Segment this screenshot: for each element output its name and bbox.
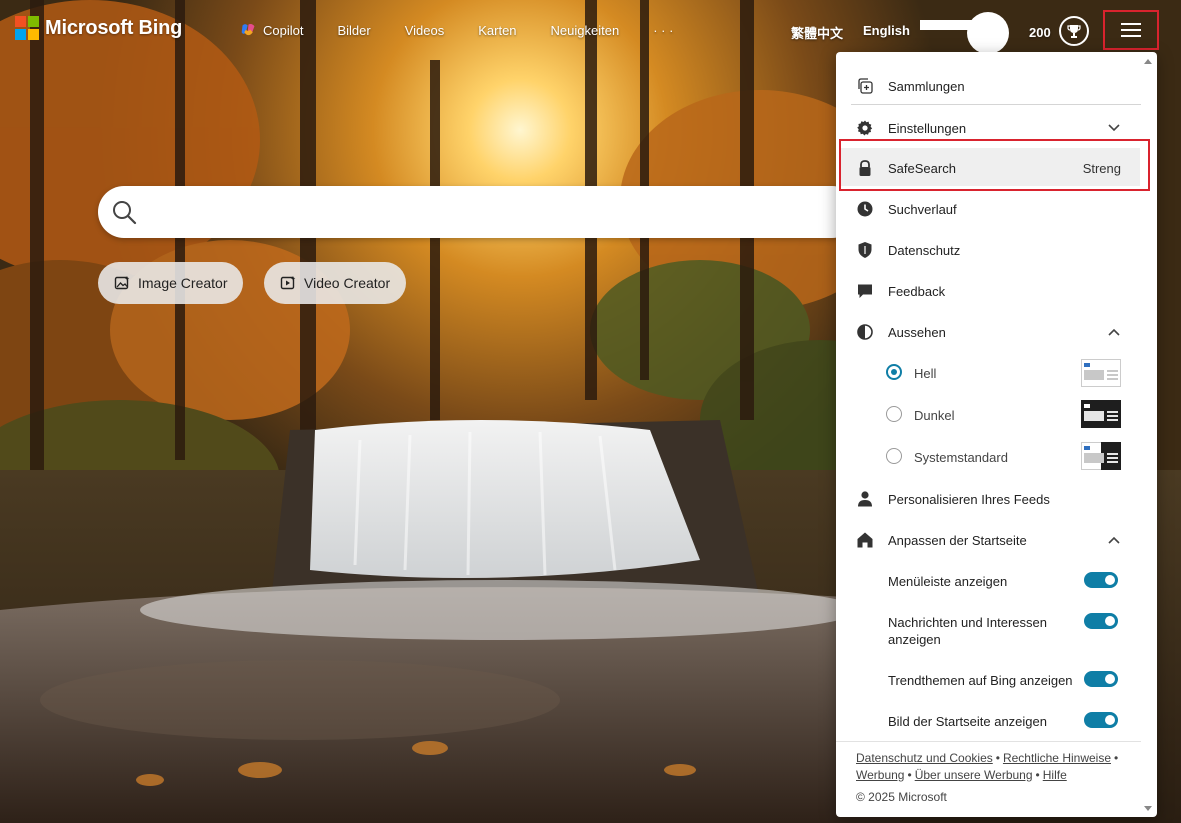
video-creator-label: Video Creator — [304, 275, 391, 291]
hamburger-menu-button[interactable] — [1103, 10, 1159, 50]
nav-videos[interactable]: Videos — [405, 23, 445, 38]
nav-copilot-label: Copilot — [263, 23, 304, 38]
menu-item-label: Sammlungen — [888, 78, 965, 94]
link-datenschutz-cookies[interactable]: Datenschutz und Cookies — [856, 751, 993, 765]
top-nav: Copilot Bilder Videos Karten Neuigkeiten… — [240, 22, 707, 39]
menu-item-label: Datenschutz — [888, 242, 961, 258]
contrast-icon — [856, 323, 874, 341]
menu-item-sammlungen[interactable]: Sammlungen — [836, 76, 1141, 96]
menu-item-feedback[interactable]: Feedback — [836, 281, 1141, 301]
menu-divider — [851, 104, 1141, 105]
image-creator-icon — [114, 276, 130, 290]
nav-more[interactable]: · · · — [653, 23, 673, 38]
menu-divider — [836, 741, 1141, 742]
image-creator-button[interactable]: Image Creator — [98, 262, 244, 304]
dark-theme-thumbnail-icon — [1081, 400, 1121, 428]
scroll-down-icon[interactable] — [1143, 805, 1153, 813]
theme-label-systemstandard: Systemstandard — [914, 450, 1008, 465]
menu-item-label: Aussehen — [888, 324, 946, 340]
menu-item-label: Anpassen der Startseite — [888, 532, 1027, 548]
system-theme-thumbnail-icon — [1081, 442, 1121, 470]
radio-hell[interactable] — [886, 364, 902, 380]
footer-separator: • — [995, 751, 1000, 765]
user-avatar[interactable] — [920, 12, 1010, 54]
menu-item-label: Einstellungen — [888, 120, 967, 136]
toggle-label-bild: Bild der Startseite anzeigen — [888, 714, 1047, 729]
footer-separator: • — [1114, 751, 1119, 765]
image-creator-label: Image Creator — [138, 275, 228, 291]
menu-item-aussehen[interactable]: Aussehen — [836, 322, 1141, 342]
settings-menu-panel: Sammlungen Einstellungen SafeSearch Stre… — [836, 52, 1157, 817]
person-icon — [856, 490, 874, 508]
home-icon — [856, 531, 874, 549]
language-en[interactable]: English — [863, 23, 910, 38]
nav-bilder[interactable]: Bilder — [337, 23, 370, 38]
toggle-nachrichten[interactable] — [1084, 613, 1118, 629]
toggle-label-menueleiste: Menüleiste anzeigen — [888, 574, 1008, 589]
menu-item-label: Personalisieren Ihres Feeds — [888, 491, 1050, 507]
link-rechtliche-hinweise[interactable]: Rechtliche Hinweise — [1003, 751, 1111, 765]
rewards-count[interactable]: 200 — [1029, 25, 1051, 40]
radio-dunkel[interactable] — [886, 406, 902, 422]
light-theme-thumbnail-icon — [1081, 359, 1121, 387]
footer-separator: • — [907, 768, 912, 782]
feedback-chat-icon — [856, 282, 874, 300]
menu-item-personalisieren[interactable]: Personalisieren Ihres Feeds — [836, 489, 1141, 509]
menu-item-einstellungen[interactable]: Einstellungen — [836, 118, 1141, 138]
history-clock-icon — [856, 200, 874, 218]
bing-logo[interactable]: Microsoft Bing — [15, 16, 182, 40]
theme-label-dunkel: Dunkel — [914, 408, 955, 423]
microsoft-logo-icon — [15, 16, 39, 40]
copilot-icon — [241, 23, 255, 36]
search-icon — [96, 199, 152, 225]
shield-icon — [856, 241, 874, 259]
toggle-label-nachrichten: Nachrichten und Interessen anzeigen — [888, 615, 1047, 647]
link-werbung[interactable]: Werbung — [856, 768, 904, 782]
collections-icon — [856, 77, 874, 95]
chevron-down-icon — [1108, 124, 1120, 132]
menu-item-suchverlauf[interactable]: Suchverlauf — [836, 199, 1141, 219]
hamburger-icon — [1121, 23, 1141, 37]
search-input[interactable] — [152, 192, 858, 232]
menu-item-datenschutz[interactable]: Datenschutz — [836, 240, 1141, 260]
language-zh[interactable]: 繁體中文 — [791, 23, 843, 42]
video-creator-button[interactable]: Video Creator — [264, 262, 407, 304]
menu-item-anpassen[interactable]: Anpassen der Startseite — [836, 530, 1141, 550]
gear-icon — [856, 119, 874, 137]
nav-copilot[interactable]: Copilot — [240, 22, 303, 39]
search-bar[interactable] — [98, 186, 858, 238]
toggle-bild[interactable] — [1084, 712, 1118, 728]
footer-separator: • — [1035, 768, 1040, 782]
link-hilfe[interactable]: Hilfe — [1043, 768, 1067, 782]
link-ueber-werbung[interactable]: Über unsere Werbung — [915, 768, 1033, 782]
video-creator-icon — [280, 276, 296, 290]
chevron-up-icon — [1108, 536, 1120, 544]
nav-karten[interactable]: Karten — [478, 23, 516, 38]
scroll-up-icon[interactable] — [1143, 57, 1153, 65]
toggle-label-trendthemen: Trendthemen auf Bing anzeigen — [888, 673, 1073, 688]
toggle-menueleiste[interactable] — [1084, 572, 1118, 588]
radio-systemstandard[interactable] — [886, 448, 902, 464]
safesearch-highlight-box — [839, 139, 1150, 191]
rewards-trophy-icon[interactable] — [1059, 16, 1089, 46]
toggle-trendthemen[interactable] — [1084, 671, 1118, 687]
menu-footer-links: Datenschutz und Cookies • Rechtliche Hinwe… — [856, 750, 1126, 784]
chevron-up-icon — [1108, 328, 1120, 336]
menu-item-label: Feedback — [888, 283, 946, 299]
theme-label-hell: Hell — [914, 366, 937, 381]
copyright-text: © 2025 Microsoft — [856, 790, 947, 804]
brand-name: Microsoft Bing — [45, 16, 183, 39]
menu-item-label: Suchverlauf — [888, 201, 957, 217]
nav-neuigkeiten[interactable]: Neuigkeiten — [551, 23, 620, 38]
